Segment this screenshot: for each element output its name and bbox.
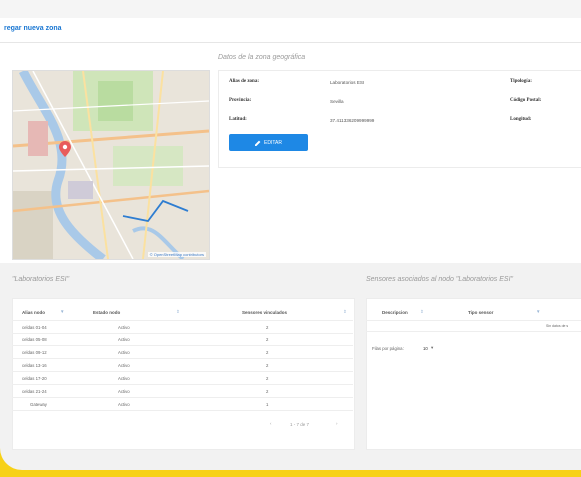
header-bar: regar nueva zona	[0, 18, 581, 43]
postal-code-label: Código Postal:	[510, 98, 542, 103]
sensors-header-type[interactable]: Tipo sensor	[468, 310, 493, 315]
row-divider	[12, 333, 353, 334]
alias-value: Laboratorios ESI	[330, 80, 365, 85]
zone-details-title: Datos de la zona geográfica	[218, 54, 306, 61]
next-page-icon[interactable]: ›	[336, 421, 338, 426]
node-status: Activo	[118, 350, 130, 355]
node-status: Activo	[118, 389, 130, 394]
nodes-section-title: "Laboratorios ESI"	[12, 276, 70, 283]
nodes-header-alias[interactable]: Alias nodo	[22, 310, 45, 315]
empty-table-text: Sin datos de s	[546, 324, 569, 328]
longitude-label: Longitud:	[510, 117, 532, 122]
row-divider	[12, 397, 353, 398]
add-zone-link[interactable]: regar nueva zona	[4, 25, 62, 32]
latitude-value: 37.411336209999999	[330, 118, 375, 123]
row-divider	[366, 331, 581, 332]
node-alias: celdas 21-24	[22, 389, 47, 394]
latitude-label: Latitud:	[229, 117, 247, 122]
node-status: Activo	[118, 376, 130, 381]
node-sensor-count: 2	[266, 389, 269, 394]
node-sensor-count: 2	[266, 350, 269, 355]
node-sensor-count: 1	[266, 402, 269, 407]
province-label: Provincia:	[229, 98, 252, 103]
sensors-header-description[interactable]: Descripcion	[382, 310, 408, 315]
province-value: Sevilla	[330, 99, 344, 104]
row-divider	[12, 358, 353, 359]
row-divider	[12, 384, 353, 385]
pagination-range: 1 - 7 de 7	[290, 422, 310, 427]
chevron-down-icon[interactable]: ▾	[431, 345, 433, 351]
nodes-header-status[interactable]: Estado nodo	[93, 310, 120, 315]
rows-per-page-select[interactable]: 10	[423, 346, 428, 351]
node-sensor-count: 2	[266, 325, 269, 330]
alias-label: Alias de zona:	[229, 79, 259, 84]
previous-page-icon[interactable]: ‹	[270, 421, 272, 426]
sort-arrow-icon[interactable]: ▼	[536, 309, 540, 314]
node-alias: celdas 17-20	[22, 376, 47, 381]
nodes-header-sensors[interactable]: Sensores vinculados	[242, 310, 287, 315]
node-status: Activo	[118, 325, 130, 330]
node-alias: celdas 01-04	[22, 325, 47, 330]
edit-button-label: EDITAR	[264, 139, 282, 146]
sensors-section-title: Sensores asociados al nodo "Laboratorios…	[366, 276, 514, 283]
app-frame: regar nueva zona © OpenStreetMap contrib…	[0, 0, 581, 470]
node-sensor-count: 2	[266, 376, 269, 381]
zone-map[interactable]: © OpenStreetMap contributors	[12, 70, 210, 260]
rows-per-page-label: Filas por página:	[372, 346, 404, 351]
node-status: Activo	[118, 402, 130, 407]
node-alias: Gateway	[30, 402, 47, 407]
sort-toggle-icon[interactable]: ⇕	[176, 309, 180, 315]
top-bar	[0, 0, 581, 19]
edit-button[interactable]: EDITAR	[229, 134, 308, 151]
node-sensor-count: 2	[266, 337, 269, 342]
map-tiles	[13, 71, 209, 259]
sort-arrow-icon[interactable]: ▼	[60, 309, 64, 314]
sort-toggle-icon[interactable]: ⇕	[420, 309, 424, 315]
header-divider	[366, 320, 581, 321]
header-divider	[12, 320, 353, 321]
node-alias: celdas 05-08	[22, 337, 47, 342]
node-alias: celdas 09-12	[22, 350, 47, 355]
node-alias: celdas 13-16	[22, 363, 47, 368]
pencil-icon	[255, 140, 261, 146]
node-status: Activo	[118, 337, 130, 342]
typology-label: Tipología:	[510, 79, 532, 84]
sort-toggle-icon[interactable]: ⇕	[343, 309, 347, 315]
location-pin-icon[interactable]	[59, 141, 71, 157]
node-sensor-count: 2	[266, 363, 269, 368]
row-divider	[12, 371, 353, 372]
node-status: Activo	[118, 363, 130, 368]
map-attribution[interactable]: © OpenStreetMap contributors	[147, 252, 206, 257]
row-divider	[12, 410, 353, 411]
row-divider	[12, 345, 353, 346]
